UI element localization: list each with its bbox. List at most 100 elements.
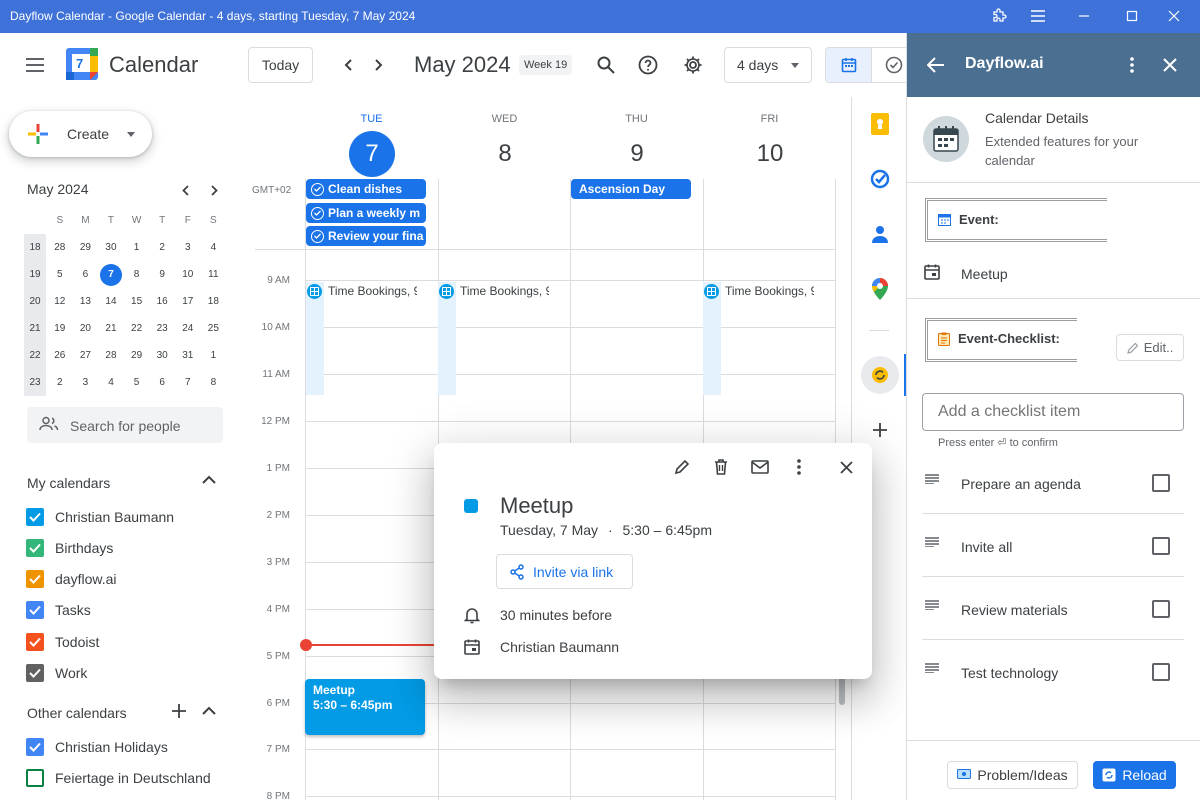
settings-button[interactable] (675, 47, 711, 83)
mini-day[interactable]: 12 (47, 291, 73, 313)
mini-day[interactable]: 31 (175, 345, 201, 367)
panel-more-icon[interactable] (1114, 47, 1150, 83)
mini-day[interactable]: 9 (149, 264, 175, 286)
task-clean-dishes[interactable]: Clean dishes (306, 179, 426, 199)
view-selector[interactable]: 4 days (724, 47, 812, 83)
checkbox-checked-icon[interactable] (26, 738, 44, 756)
calendar-item-birthdays[interactable]: Birthdays (26, 538, 113, 558)
mini-week-number[interactable]: 20 (24, 288, 46, 315)
mini-day[interactable]: 10 (175, 264, 201, 286)
checkbox-checked-icon[interactable] (26, 664, 44, 682)
mini-day[interactable]: 28 (98, 345, 124, 367)
mini-day[interactable]: 29 (124, 345, 150, 367)
checkbox-checked-icon[interactable] (26, 601, 44, 619)
checklist-checkbox[interactable] (1152, 474, 1170, 492)
checklist-checkbox[interactable] (1152, 537, 1170, 555)
email-guests-icon[interactable] (748, 455, 772, 479)
mini-day[interactable]: 1 (201, 345, 227, 367)
mini-day[interactable]: 6 (149, 372, 175, 394)
close-window-button[interactable] (1160, 4, 1188, 28)
mini-day-today[interactable]: 7 (99, 263, 122, 286)
reload-button[interactable]: Reload (1093, 761, 1176, 789)
drag-handle-icon[interactable] (925, 474, 939, 484)
drag-handle-icon[interactable] (925, 600, 939, 610)
chevron-up-icon[interactable] (202, 475, 222, 491)
help-button[interactable] (630, 47, 666, 83)
add-calendar-icon[interactable] (171, 703, 189, 721)
calendar-item-dayflow[interactable]: dayflow.ai (26, 569, 116, 589)
mini-day[interactable]: 16 (149, 291, 175, 313)
checklist-item[interactable]: Review materials (922, 577, 1184, 640)
day-number[interactable]: 7 (349, 131, 395, 177)
mini-day[interactable]: 25 (201, 318, 227, 340)
mini-day[interactable]: 3 (175, 237, 201, 259)
mini-week-number[interactable]: 21 (24, 315, 46, 342)
mini-day[interactable]: 28 (47, 237, 73, 259)
checklist-item[interactable]: Prepare an agenda (922, 451, 1184, 514)
checklist-item[interactable]: Test technology (922, 640, 1184, 703)
add-addon-icon[interactable] (866, 416, 894, 444)
task-plan-weekly[interactable]: Plan a weekly m (306, 203, 426, 223)
booking-fri[interactable]: Time Bookings, 9 (704, 282, 814, 300)
mini-day[interactable]: 23 (149, 318, 175, 340)
next-period-button[interactable] (361, 47, 397, 83)
mini-day[interactable]: 24 (175, 318, 201, 340)
mini-day[interactable]: 14 (98, 291, 124, 313)
holiday-ascension-day[interactable]: Ascension Day (571, 179, 691, 199)
calendar-item-christian-holidays[interactable]: Christian Holidays (26, 737, 168, 757)
calendar-mode-button[interactable] (826, 48, 872, 82)
calendar-item-tasks[interactable]: Tasks (26, 600, 91, 620)
mini-day[interactable]: 4 (98, 372, 124, 394)
delete-event-icon[interactable] (709, 455, 733, 479)
checkbox-checked-icon[interactable] (26, 570, 44, 588)
mini-day[interactable]: 22 (124, 318, 150, 340)
contacts-icon[interactable] (866, 220, 894, 248)
panel-close-icon[interactable] (1152, 47, 1188, 83)
drag-handle-icon[interactable] (925, 663, 939, 673)
mini-day[interactable]: 7 (175, 372, 201, 394)
mini-day[interactable]: 13 (73, 291, 99, 313)
day-number[interactable]: 9 (614, 131, 660, 177)
invite-via-link-button[interactable]: Invite via link (496, 554, 633, 589)
mini-next-month-button[interactable] (204, 180, 224, 200)
drag-handle-icon[interactable] (925, 537, 939, 547)
search-button[interactable] (588, 47, 624, 83)
mini-day[interactable]: 26 (47, 345, 73, 367)
edit-checklist-button[interactable]: Edit.. (1116, 334, 1184, 361)
maximize-button[interactable] (1118, 4, 1146, 28)
search-people-input[interactable]: Search for people (27, 407, 223, 443)
mini-day[interactable]: 4 (201, 237, 227, 259)
mini-day[interactable]: 15 (124, 291, 150, 313)
mini-day[interactable]: 21 (98, 318, 124, 340)
mini-day[interactable]: 29 (73, 237, 99, 259)
calendar-item-christian-baumann[interactable]: Christian Baumann (26, 507, 174, 527)
mini-week-number[interactable]: 23 (24, 369, 46, 396)
main-menu-button[interactable] (17, 47, 53, 83)
maps-icon[interactable] (866, 275, 894, 303)
mini-day[interactable]: 5 (124, 372, 150, 394)
edit-event-icon[interactable] (670, 455, 694, 479)
checklist-checkbox[interactable] (1152, 600, 1170, 618)
back-arrow-icon[interactable] (918, 47, 954, 83)
checkbox-checked-icon[interactable] (26, 539, 44, 557)
day-number[interactable]: 10 (747, 131, 793, 177)
mini-day[interactable]: 20 (73, 318, 99, 340)
calendar-item-todoist[interactable]: Todoist (26, 632, 99, 652)
calendar-item-work[interactable]: Work (26, 663, 87, 683)
menu-icon[interactable] (1024, 4, 1052, 28)
calendar-item-feiertage[interactable]: Feiertage in Deutschland (26, 768, 211, 788)
mini-week-number[interactable]: 18 (24, 234, 46, 261)
mini-day[interactable]: 8 (201, 372, 227, 394)
mini-day[interactable]: 19 (47, 318, 73, 340)
create-button[interactable]: Create (9, 111, 152, 157)
mini-day[interactable]: 6 (73, 264, 99, 286)
more-options-icon[interactable] (787, 455, 811, 479)
checklist-checkbox[interactable] (1152, 663, 1170, 681)
problem-ideas-button[interactable]: Problem/Ideas (947, 761, 1078, 789)
mini-day[interactable]: 30 (98, 237, 124, 259)
mini-day[interactable]: 27 (73, 345, 99, 367)
booking-tue[interactable]: Time Bookings, 9 (307, 282, 417, 300)
mini-day[interactable]: 8 (124, 264, 150, 286)
mini-day[interactable]: 11 (201, 264, 227, 286)
minimize-button[interactable] (1070, 4, 1098, 28)
